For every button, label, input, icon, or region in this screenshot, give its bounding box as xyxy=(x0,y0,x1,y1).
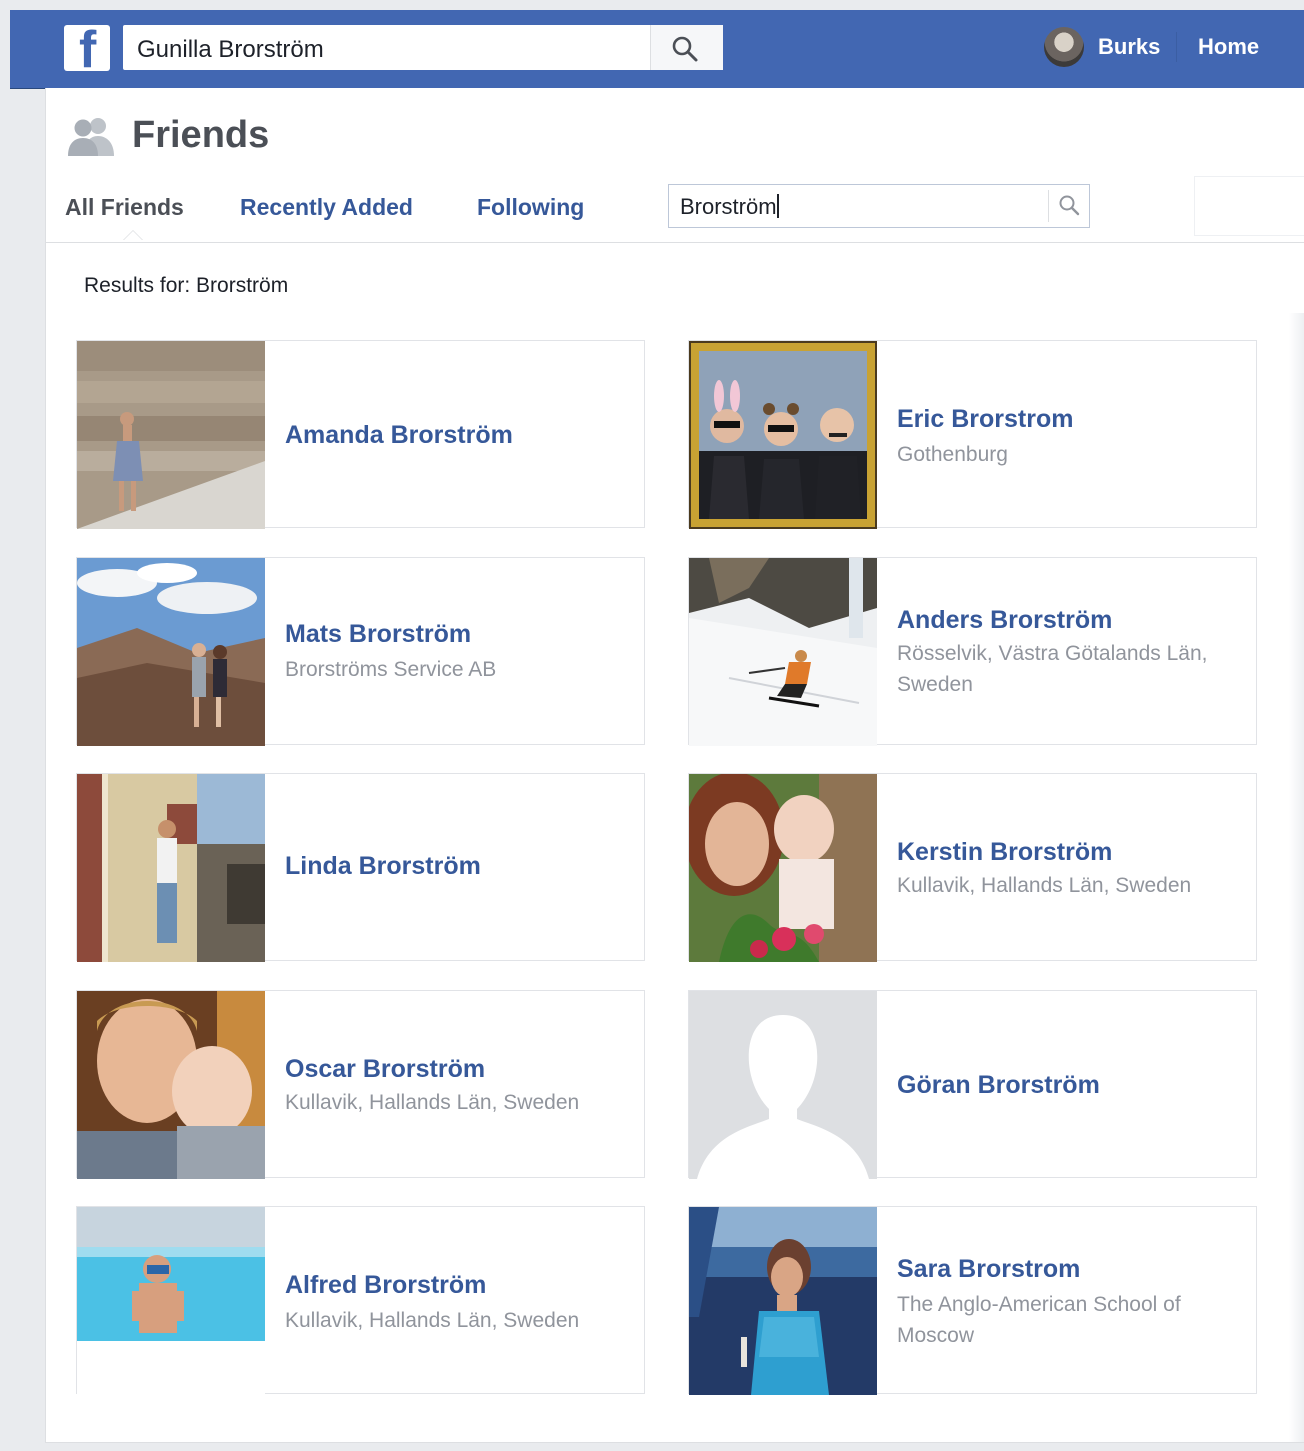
friend-detail: Kullavik, Hallands Län, Sweden xyxy=(285,1091,580,1114)
friend-card: Mats Brorström Brorströms Service AB xyxy=(76,557,645,746)
friend-card: Kerstin Brorström Kullavik, Hallands Län… xyxy=(688,773,1257,962)
friend-photo[interactable] xyxy=(77,558,265,746)
friend-card: Eric Brorstrom Gothenburg xyxy=(688,340,1257,529)
text-cursor xyxy=(776,194,779,218)
friend-photo[interactable] xyxy=(77,991,265,1179)
friend-detail: The Anglo-American School of Moscow xyxy=(897,1293,1181,1347)
friend-photo[interactable] xyxy=(77,341,265,529)
page-title: Friends xyxy=(132,114,270,156)
friend-name-link[interactable]: Anders Brorström xyxy=(897,606,1112,635)
friend-name-link[interactable]: Sara Brorstrom xyxy=(897,1255,1080,1284)
header-divider xyxy=(46,242,1304,243)
global-search-value[interactable]: Gunilla Brorström xyxy=(137,36,324,64)
friend-name-link[interactable]: Göran Brorström xyxy=(897,1071,1100,1100)
friend-name-link[interactable]: Eric Brorstrom xyxy=(897,405,1073,434)
friends-search-value[interactable]: Brorström xyxy=(680,194,777,219)
side-panel-box xyxy=(1194,176,1304,236)
friend-detail: Rösselvik, Västra Götalands Län, Sweden xyxy=(897,642,1208,696)
friend-photo[interactable] xyxy=(77,774,265,962)
friend-detail: Gothenburg xyxy=(897,443,1008,466)
friend-card: Oscar Brorström Kullavik, Hallands Län, … xyxy=(76,990,645,1179)
friend-card: Linda Brorström xyxy=(76,773,645,962)
global-search-button[interactable] xyxy=(650,25,723,70)
friend-photo[interactable] xyxy=(689,341,877,529)
friend-card: Sara Brorstrom The Anglo-American School… xyxy=(688,1206,1257,1395)
profile-link[interactable]: Burks xyxy=(1098,34,1160,60)
friend-name-link[interactable]: Amanda Brorström xyxy=(285,421,513,450)
friend-card: Anders Brorström Rösselvik, Västra Götal… xyxy=(688,557,1257,746)
friend-detail: Brorströms Service AB xyxy=(285,658,497,681)
friend-card: Alfred Brorström Kullavik, Hallands Län,… xyxy=(76,1206,645,1395)
home-link[interactable]: Home xyxy=(1198,34,1259,60)
search-icon xyxy=(672,36,698,62)
friend-detail: Kullavik, Hallands Län, Sweden xyxy=(285,1309,580,1332)
friends-search-input[interactable]: Brorström xyxy=(668,184,1090,228)
friend-name-link[interactable]: Linda Brorström xyxy=(285,852,481,881)
tab-all-friends[interactable]: All Friends xyxy=(65,194,184,221)
global-search-input[interactable]: Gunilla Brorström xyxy=(123,25,723,70)
facebook-logo-icon[interactable]: f xyxy=(64,25,110,71)
friend-name-link[interactable]: Kerstin Brorström xyxy=(897,838,1112,867)
friend-card: Amanda Brorström xyxy=(76,340,645,529)
friend-name-link[interactable]: Alfred Brorström xyxy=(285,1271,486,1300)
friend-detail: Kullavik, Hallands Län, Sweden xyxy=(897,874,1192,897)
tab-following[interactable]: Following xyxy=(477,194,584,221)
nav-divider xyxy=(1176,32,1177,62)
user-avatar[interactable] xyxy=(1044,27,1084,67)
friend-photo[interactable] xyxy=(77,1207,265,1395)
friend-name-link[interactable]: Mats Brorström xyxy=(285,620,471,649)
friend-card: Göran Brorström xyxy=(688,990,1257,1179)
default-profile-silhouette-icon[interactable] xyxy=(689,991,877,1179)
friend-photo[interactable] xyxy=(689,774,877,962)
friends-icon xyxy=(68,118,114,156)
tab-recently-added[interactable]: Recently Added xyxy=(240,194,413,221)
active-tab-indicator xyxy=(123,230,143,240)
friends-search-button[interactable] xyxy=(1048,190,1089,222)
friends-panel: Friends All Friends Recently Added Follo… xyxy=(45,88,1304,1443)
friend-photo[interactable] xyxy=(689,558,877,746)
friend-name-link[interactable]: Oscar Brorström xyxy=(285,1055,485,1084)
scroll-shadow xyxy=(1289,313,1304,1442)
top-navigation-bar: f Gunilla Brorström Burks Home xyxy=(10,10,1304,89)
friend-photo[interactable] xyxy=(689,1207,877,1395)
search-icon xyxy=(1059,195,1080,216)
results-label: Results for: Brorström xyxy=(84,274,289,297)
